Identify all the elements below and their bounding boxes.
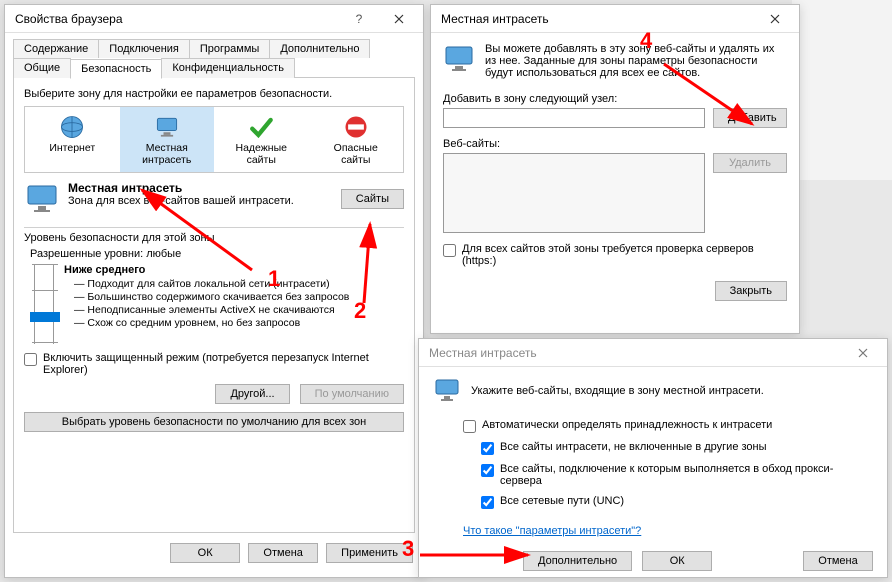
require-https-label: Для всех сайтов этой зоны требуется пров…	[462, 243, 787, 267]
no-entry-icon	[342, 113, 370, 141]
cb-not-other-zones[interactable]	[481, 442, 494, 455]
dlg2-intro: Вы можете добавлять в эту зону веб-сайты…	[485, 43, 787, 79]
dlg1-apply-button[interactable]: Применить	[326, 543, 413, 563]
dlg1-close-btn[interactable]	[379, 7, 419, 31]
dlg2-title: Местная интрасеть	[441, 12, 755, 26]
level-group-header: Уровень безопасности для этой зоны	[24, 232, 404, 244]
zone-restricted-label: Опасные сайты	[311, 143, 402, 166]
tab-privacy[interactable]: Конфиденциальность	[161, 58, 295, 78]
protected-mode-checkbox[interactable]	[24, 353, 37, 366]
slider-thumb[interactable]	[30, 312, 60, 322]
zone-internet[interactable]: Интернет	[25, 107, 120, 172]
monitor-icon	[153, 113, 181, 141]
require-https-checkbox[interactable]	[443, 244, 456, 257]
level-point: — Подходит для сайтов локальной сети (ин…	[74, 278, 349, 291]
default-level-button[interactable]: По умолчанию	[300, 384, 404, 404]
add-site-label: Добавить в зону следующий узел:	[443, 93, 787, 105]
cb-unc-paths-label: Все сетевые пути (UNC)	[500, 495, 624, 507]
zone-internet-label: Интернет	[27, 143, 118, 155]
dlg1-titlebar: Свойства браузера ?	[5, 5, 423, 33]
add-site-input[interactable]	[443, 108, 705, 128]
cb-bypass-proxy[interactable]	[481, 464, 494, 477]
security-slider[interactable]	[34, 264, 54, 344]
zone-prompt: Выберите зону для настройки ее параметро…	[24, 88, 404, 100]
close-icon	[394, 14, 404, 24]
auto-detect-checkbox[interactable]	[463, 420, 476, 433]
monitor-icon	[443, 43, 475, 75]
dlg3-close-btn[interactable]	[843, 341, 883, 365]
tab-programs[interactable]: Программы	[189, 39, 270, 58]
intranet-params-link[interactable]: Что такое "параметры интрасети"?	[463, 525, 641, 537]
intranet-sites-dialog: Местная интрасеть Вы можете добавлять в …	[430, 4, 800, 334]
level-name: Ниже среднего	[64, 264, 349, 276]
dlg2-close-btn[interactable]	[755, 7, 795, 31]
websites-label: Веб-сайты:	[443, 138, 787, 150]
check-icon	[247, 113, 275, 141]
zone-intranet-label: Местная интрасеть	[122, 143, 213, 166]
tab-advanced[interactable]: Дополнительно	[269, 39, 370, 58]
zone-restricted[interactable]: Опасные сайты	[309, 107, 404, 172]
remove-button[interactable]: Удалить	[713, 153, 787, 173]
zone-intranet[interactable]: Местная интрасеть	[120, 107, 215, 172]
cb-bypass-proxy-label: Все сайты, подключение к которым выполня…	[500, 463, 873, 487]
dlg1-help-btn[interactable]: ?	[339, 7, 379, 31]
cb-not-other-zones-label: Все сайты интрасети, не включенные в дру…	[500, 441, 767, 453]
dlg3-titlebar: Местная интрасеть	[419, 339, 887, 367]
tab-connections[interactable]: Подключения	[98, 39, 190, 58]
dlg1-title: Свойства браузера	[15, 12, 339, 26]
advanced-button[interactable]: Дополнительно	[523, 551, 632, 571]
zone-header: Местная интрасеть	[68, 181, 333, 195]
dlg1-cancel-button[interactable]: Отмена	[248, 543, 318, 563]
zone-list: Интернет Местная интрасеть Надежные сайт…	[24, 106, 404, 173]
close-icon	[858, 348, 868, 358]
tab-general[interactable]: Общие	[13, 58, 71, 78]
globe-icon	[58, 113, 86, 141]
close-button[interactable]: Закрыть	[715, 281, 787, 301]
zone-trusted[interactable]: Надежные сайты	[214, 107, 309, 172]
protected-mode-label: Включить защищенный режим (потребуется п…	[43, 352, 404, 376]
tab-content[interactable]: Содержание	[13, 39, 99, 58]
dlg3-ok-button[interactable]: ОК	[642, 551, 712, 571]
custom-level-button[interactable]: Другой...	[215, 384, 289, 404]
dlg3-intro: Укажите веб-сайты, входящие в зону местн…	[471, 385, 764, 397]
auto-detect-label: Автоматически определять принадлежность …	[482, 419, 772, 431]
dlg3-cancel-button[interactable]: Отмена	[803, 551, 873, 571]
dlg2-titlebar: Местная интрасеть	[431, 5, 799, 33]
close-icon	[770, 14, 780, 24]
reset-all-zones-button[interactable]: Выбрать уровень безопасности по умолчани…	[24, 412, 404, 432]
zone-trusted-label: Надежные сайты	[216, 143, 307, 166]
security-panel: Выберите зону для настройки ее параметро…	[13, 77, 415, 533]
internet-options-dialog: Свойства браузера ? Содержание Подключен…	[4, 4, 424, 578]
tab-security[interactable]: Безопасность	[70, 59, 162, 79]
level-point: — Схож со средним уровнем, но без запрос…	[74, 317, 349, 330]
level-point: — Неподписанные элементы ActiveX не скач…	[74, 304, 349, 317]
monitor-icon	[433, 377, 461, 405]
websites-listbox[interactable]	[443, 153, 705, 233]
intranet-detect-dialog: Местная интрасеть Укажите веб-сайты, вхо…	[418, 338, 888, 578]
cb-unc-paths[interactable]	[481, 496, 494, 509]
dlg3-title: Местная интрасеть	[429, 346, 843, 360]
level-allowed: Разрешенные уровни: любые	[30, 248, 404, 260]
sites-button[interactable]: Сайты	[341, 189, 404, 209]
monitor-icon-large	[24, 181, 60, 217]
dlg1-ok-button[interactable]: ОК	[170, 543, 240, 563]
add-button[interactable]: Добавить	[713, 108, 787, 128]
level-point: — Большинство содержимого скачивается бе…	[74, 291, 349, 304]
zone-description: Зона для всех веб-сайтов вашей интрасети…	[68, 195, 333, 207]
